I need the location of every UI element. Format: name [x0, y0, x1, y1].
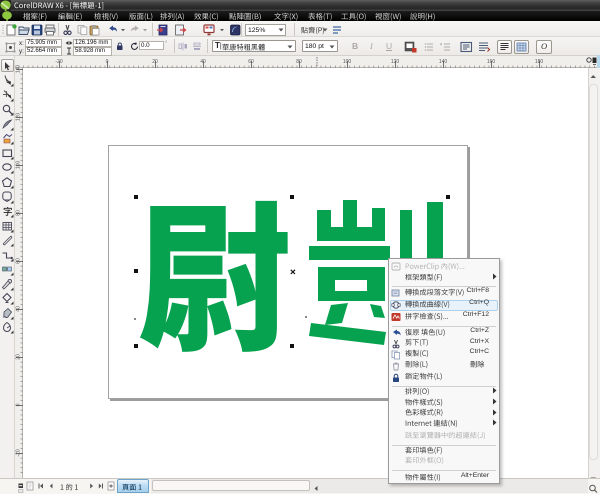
svg-text:0: 0: [16, 403, 22, 406]
svg-text:100: 100: [16, 161, 22, 170]
svg-text:100: 100: [343, 59, 352, 65]
svg-text:160: 160: [487, 59, 496, 65]
svg-text:0: 0: [106, 59, 109, 65]
svg-text:180: 180: [535, 59, 544, 65]
svg-text:40: 40: [16, 306, 22, 312]
svg-text:80: 80: [16, 210, 22, 216]
svg-text:60: 60: [248, 59, 254, 65]
svg-text:140: 140: [16, 65, 22, 74]
svg-text:20: 20: [152, 59, 158, 65]
svg-text:-20: -20: [55, 59, 62, 65]
svg-text:-20: -20: [16, 449, 22, 456]
svg-text:120: 120: [391, 59, 400, 65]
svg-text:20: 20: [16, 354, 22, 360]
svg-text:120: 120: [16, 113, 22, 122]
svg-text:140: 140: [439, 59, 448, 65]
svg-text:80: 80: [296, 59, 302, 65]
svg-text:40: 40: [200, 59, 206, 65]
svg-text:60: 60: [16, 258, 22, 264]
